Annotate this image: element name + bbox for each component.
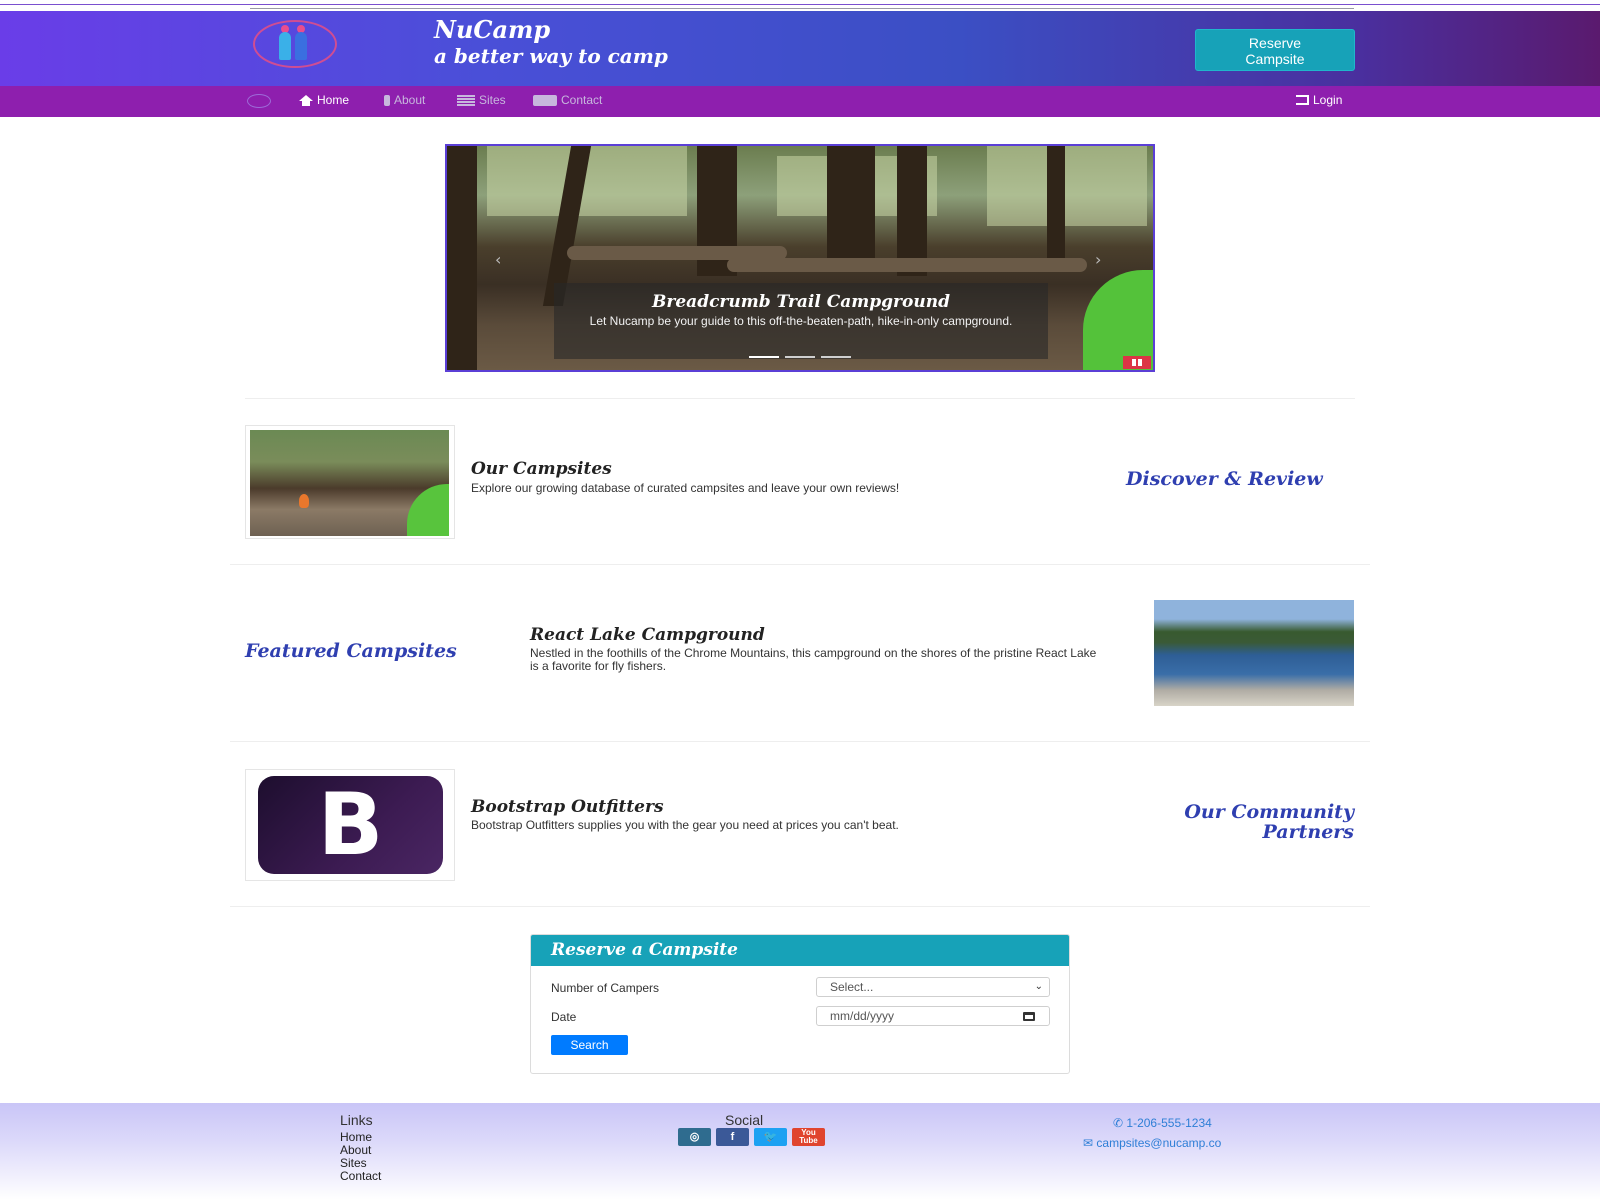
media-text: Bootstrap Outfitters supplies you with t…	[471, 818, 899, 832]
media-text: Nestled in the foothills of the Chrome M…	[530, 646, 1097, 673]
carousel-prev-arrow[interactable]: ‹	[495, 250, 501, 269]
section-heading: Featured Campsites	[245, 640, 457, 662]
nav-item-contact[interactable]: Contact	[533, 93, 602, 107]
login-button[interactable]: Login	[1296, 93, 1342, 107]
divider	[230, 741, 1370, 742]
carousel-pause-button[interactable]	[1123, 356, 1151, 369]
nav-item-label: Home	[317, 93, 350, 107]
facebook-icon[interactable]: f	[716, 1128, 749, 1146]
info-icon	[384, 94, 390, 106]
carousel-next-arrow[interactable]: ›	[1095, 250, 1101, 269]
nav-item-label: About	[394, 93, 426, 107]
media-title: Bootstrap Outfitters	[471, 797, 664, 817]
youtube-icon[interactable]: You Tube	[792, 1128, 825, 1146]
carousel-caption: Breadcrumb Trail Campground Let Nucamp b…	[554, 283, 1048, 359]
envelope-icon: ✉	[1083, 1136, 1094, 1150]
navbar: Home About Sites Contact Login	[0, 86, 1600, 117]
divider	[0, 4, 1600, 5]
reserve-label-line-1: Reserve	[1248, 35, 1302, 51]
section-heading-line: Our Community	[1184, 801, 1354, 823]
nav-item-sites[interactable]: Sites	[457, 93, 506, 107]
campers-label: Number of Campers	[551, 981, 660, 995]
footer-social-heading: Social	[725, 1112, 764, 1128]
footer-link-contact[interactable]: Contact	[340, 1170, 381, 1183]
react-lake-image	[1154, 600, 1354, 706]
carousel-indicator[interactable]	[785, 356, 815, 358]
nav-item-about[interactable]: About	[384, 93, 425, 107]
caption-title: Breadcrumb Trail Campground	[652, 292, 950, 312]
twitter-icon[interactable]: 🐦	[754, 1128, 787, 1146]
campers-select-value: Select...	[830, 980, 874, 994]
address-card-icon	[533, 94, 557, 106]
calendar-icon[interactable]	[1023, 1012, 1035, 1021]
nav-item-label: Sites	[479, 93, 506, 107]
bootstrap-outfitters-logo: B	[245, 769, 455, 881]
top-border	[0, 0, 1600, 11]
sign-in-icon	[1296, 95, 1309, 105]
reserve-label-line-2: Campsite	[1245, 51, 1305, 67]
carousel-indicator[interactable]	[821, 356, 851, 358]
login-label: Login	[1313, 93, 1343, 107]
footer-links-heading: Links	[340, 1112, 373, 1128]
footer: Links Home About Sites Contact Social ◎ …	[0, 1103, 1600, 1200]
jumbotron-header: NuCamp a better way to camp Reserve Camp…	[0, 11, 1600, 86]
navbar-brand-logo[interactable]	[247, 94, 271, 108]
divider	[230, 906, 1370, 907]
date-input[interactable]: mm/dd/yyyy	[816, 1006, 1050, 1026]
nucamp-logo	[253, 20, 337, 68]
nav-item-label: Contact	[561, 93, 603, 107]
home-icon	[299, 94, 313, 106]
carousel-indicator[interactable]	[749, 356, 779, 358]
section-heading-line: Partners	[1262, 821, 1354, 843]
divider	[245, 398, 1355, 399]
phone-icon: ✆	[1113, 1116, 1124, 1130]
reserve-card: Reserve a Campsite Number of Campers Sel…	[530, 934, 1070, 1074]
phone-number: 1-206-555-1234	[1126, 1116, 1212, 1130]
campers-select[interactable]: Select... ⌄	[816, 977, 1050, 997]
media-text: Explore our growing database of curated …	[471, 481, 900, 495]
section-heading: Our Community Partners	[1100, 802, 1354, 842]
reserve-campsite-button[interactable]: Reserve Campsite	[1195, 29, 1355, 71]
card-heading: Reserve a Campsite	[531, 935, 1069, 966]
date-label: Date	[551, 1010, 577, 1024]
instagram-icon[interactable]: ◎	[678, 1128, 711, 1146]
brand-title: NuCamp	[434, 15, 551, 44]
footer-phone[interactable]: ✆ 1-206-555-1234	[1113, 1116, 1212, 1130]
media-title: Our Campsites	[471, 459, 612, 479]
campsites-image	[245, 425, 455, 539]
footer-email[interactable]: ✉ campsites@nucamp.co	[1083, 1136, 1221, 1150]
brand-subtitle: a better way to camp	[434, 44, 668, 68]
section-heading: Discover & Review	[1126, 468, 1323, 490]
nav-item-home[interactable]: Home	[299, 93, 349, 107]
divider	[250, 8, 1354, 9]
divider	[230, 564, 1370, 565]
chevron-down-icon: ⌄	[1034, 981, 1043, 992]
carousel: ‹ › Breadcrumb Trail Campground Let Nuca…	[445, 144, 1155, 372]
date-placeholder: mm/dd/yyyy	[830, 1009, 895, 1023]
media-title: React Lake Campground	[530, 625, 765, 645]
search-button[interactable]: Search	[551, 1035, 628, 1055]
email-address: campsites@nucamp.co	[1096, 1136, 1222, 1150]
list-icon	[457, 94, 475, 106]
bootstrap-logo-icon: B	[258, 776, 443, 874]
caption-text: Let Nucamp be your guide to this off-the…	[589, 314, 1013, 328]
